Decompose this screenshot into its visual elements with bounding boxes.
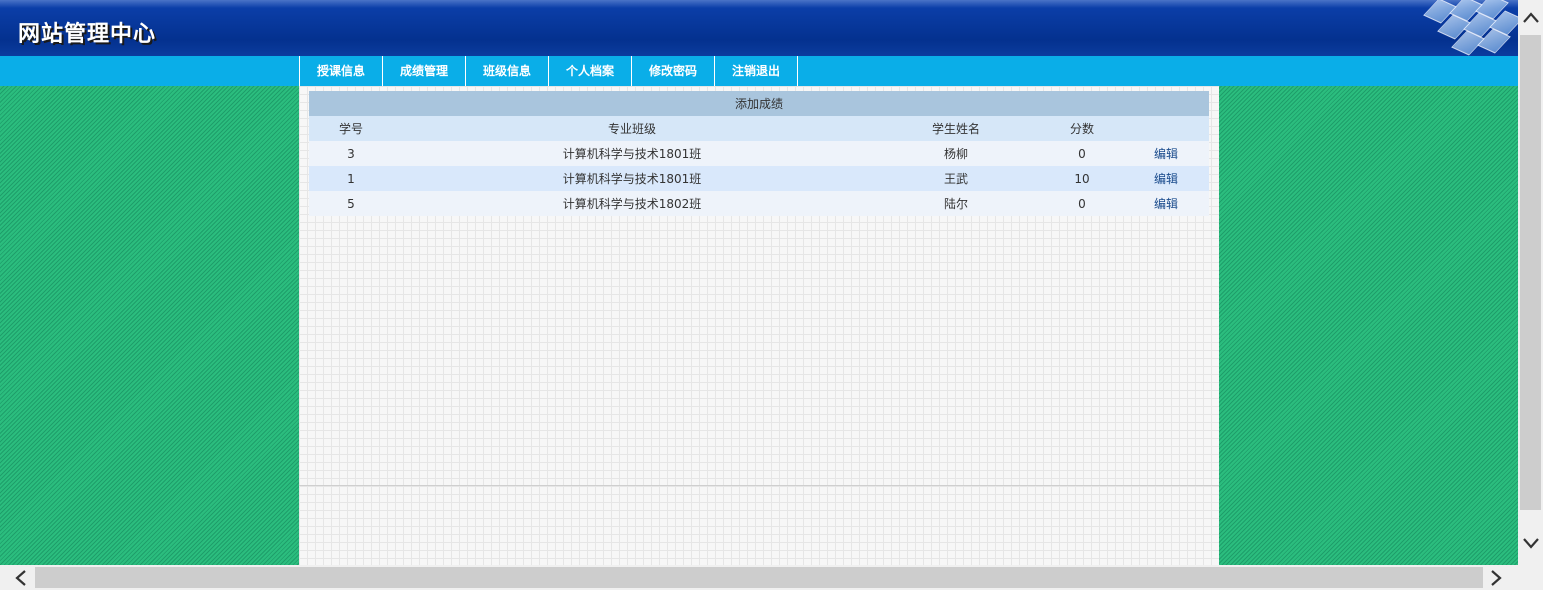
- cell-student-name: 王武: [871, 166, 1041, 191]
- main-content-panel: 添加成绩 学号 专业班级 学生姓名 分数 3 计算机科学与技术1801班 杨柳: [299, 86, 1219, 565]
- column-header-student-name: 学生姓名: [871, 116, 1041, 141]
- cell-action: 编辑: [1123, 141, 1209, 166]
- cell-class: 计算机科学与技术1802班: [393, 191, 871, 216]
- horizontal-scrollbar[interactable]: [0, 565, 1518, 590]
- chevron-up-icon[interactable]: [1518, 5, 1543, 30]
- table-row: 3 计算机科学与技术1801班 杨柳 0 编辑: [309, 141, 1209, 166]
- edit-link[interactable]: 编辑: [1154, 147, 1178, 161]
- table-caption-row: 添加成绩: [309, 91, 1209, 116]
- site-title: 网站管理中心: [18, 22, 157, 47]
- nav-item-teaching-info[interactable]: 授课信息: [300, 56, 383, 86]
- table-row: 5 计算机科学与技术1802班 陆尔 0 编辑: [309, 191, 1209, 216]
- vertical-scrollbar[interactable]: [1518, 0, 1543, 565]
- chevron-right-icon[interactable]: [1483, 565, 1508, 590]
- main-navbar: 授课信息 成绩管理 班级信息 个人档案 修改密码 注销退出: [0, 56, 1518, 86]
- nav-item-grade-management[interactable]: 成绩管理: [383, 56, 466, 86]
- cell-student-name: 杨柳: [871, 141, 1041, 166]
- scrollbar-corner: [1518, 565, 1543, 590]
- cell-student-id: 5: [309, 191, 393, 216]
- cell-score: 0: [1041, 141, 1123, 166]
- cell-student-name: 陆尔: [871, 191, 1041, 216]
- browser-page: 网站管理中心 授课信息 成绩管理 班级信息 个人档案 修改密码 注销退出 添加成…: [0, 0, 1543, 590]
- cell-student-id: 1: [309, 166, 393, 191]
- grades-table: 添加成绩 学号 专业班级 学生姓名 分数 3 计算机科学与技术1801班 杨柳: [309, 91, 1209, 216]
- cell-action: 编辑: [1123, 191, 1209, 216]
- cell-class: 计算机科学与技术1801班: [393, 166, 871, 191]
- column-header-class: 专业班级: [393, 116, 871, 141]
- cell-student-id: 3: [309, 141, 393, 166]
- column-header-action: [1123, 116, 1209, 141]
- chevron-down-icon[interactable]: [1518, 530, 1543, 555]
- column-header-student-id: 学号: [309, 116, 393, 141]
- cell-score: 0: [1041, 191, 1123, 216]
- page-viewport: 网站管理中心 授课信息 成绩管理 班级信息 个人档案 修改密码 注销退出 添加成…: [0, 0, 1518, 565]
- content-divider: [299, 485, 1219, 486]
- cell-class: 计算机科学与技术1801班: [393, 141, 871, 166]
- edit-link[interactable]: 编辑: [1154, 172, 1178, 186]
- nav-item-personal-profile[interactable]: 个人档案: [549, 56, 632, 86]
- horizontal-scroll-thumb[interactable]: [35, 567, 1483, 588]
- add-grade-caption[interactable]: 添加成绩: [309, 91, 1209, 116]
- keyboard-decoration-icon: [1408, 0, 1518, 56]
- nav-item-logout[interactable]: 注销退出: [715, 56, 798, 86]
- column-header-score: 分数: [1041, 116, 1123, 141]
- edit-link[interactable]: 编辑: [1154, 197, 1178, 211]
- cell-score: 10: [1041, 166, 1123, 191]
- vertical-scroll-thumb[interactable]: [1520, 35, 1541, 510]
- nav-item-change-password[interactable]: 修改密码: [632, 56, 715, 86]
- nav-item-class-info[interactable]: 班级信息: [466, 56, 549, 86]
- cell-action: 编辑: [1123, 166, 1209, 191]
- table-header-row: 学号 专业班级 学生姓名 分数: [309, 116, 1209, 141]
- site-header: 网站管理中心: [0, 0, 1518, 56]
- chevron-left-icon[interactable]: [8, 565, 33, 590]
- table-row: 1 计算机科学与技术1801班 王武 10 编辑: [309, 166, 1209, 191]
- nav-menu: 授课信息 成绩管理 班级信息 个人档案 修改密码 注销退出: [299, 56, 798, 86]
